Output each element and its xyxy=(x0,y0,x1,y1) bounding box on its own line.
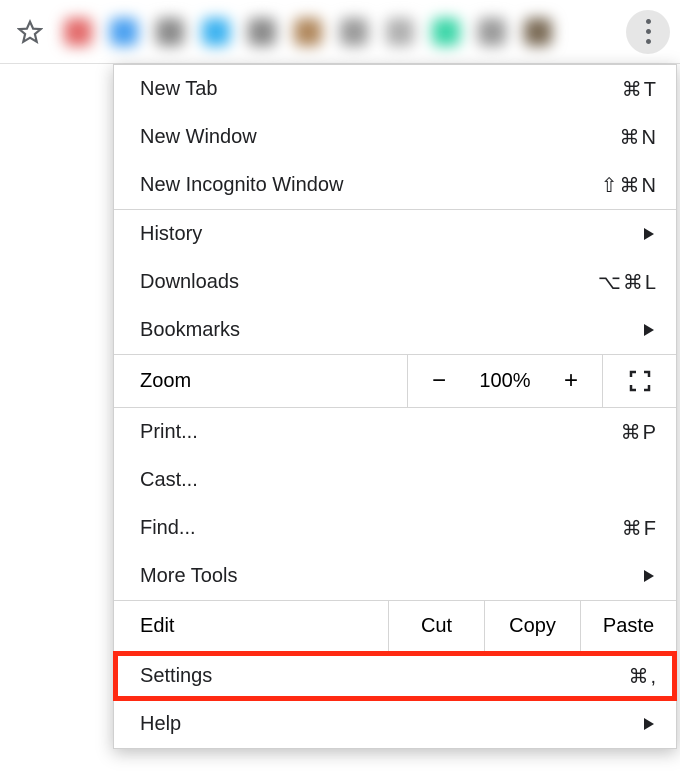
three-dots-icon xyxy=(646,19,651,44)
menu-item-bookmarks[interactable]: Bookmarks xyxy=(114,306,676,354)
menu-label: Cast... xyxy=(140,469,658,492)
menu-item-find[interactable]: Find... ⌘F xyxy=(114,504,676,552)
menu-item-help[interactable]: Help xyxy=(114,700,676,748)
menu-label: Downloads xyxy=(140,271,598,294)
menu-shortcut: ⌘N xyxy=(620,125,658,150)
menu-item-history[interactable]: History xyxy=(114,210,676,258)
menu-item-more-tools[interactable]: More Tools xyxy=(114,552,676,600)
menu-label: Bookmarks xyxy=(140,319,644,342)
menu-item-cast[interactable]: Cast... xyxy=(114,456,676,504)
menu-item-edit: Edit Cut Copy Paste xyxy=(114,601,676,651)
menu-item-new-tab[interactable]: New Tab ⌘T xyxy=(114,65,676,113)
zoom-out-button[interactable]: − xyxy=(408,355,470,407)
edit-copy-button[interactable]: Copy xyxy=(484,601,580,651)
edit-paste-button[interactable]: Paste xyxy=(580,601,676,651)
menu-label: More Tools xyxy=(140,565,644,588)
submenu-arrow-icon xyxy=(644,718,654,730)
menu-label: Settings xyxy=(140,665,628,688)
chrome-main-menu: New Tab ⌘T New Window ⌘N New Incognito W… xyxy=(113,64,677,749)
menu-item-settings[interactable]: Settings ⌘, xyxy=(114,652,676,700)
chrome-menu-button[interactable] xyxy=(626,10,670,54)
zoom-value: 100% xyxy=(470,355,540,407)
menu-shortcut: ⌥⌘L xyxy=(598,270,658,295)
menu-label: New Window xyxy=(140,126,620,149)
submenu-arrow-icon xyxy=(644,324,654,336)
extension-icons-blurred xyxy=(64,18,626,46)
menu-item-downloads[interactable]: Downloads ⌥⌘L xyxy=(114,258,676,306)
fullscreen-button[interactable] xyxy=(602,355,676,407)
submenu-arrow-icon xyxy=(644,228,654,240)
browser-toolbar xyxy=(0,0,680,64)
menu-label: History xyxy=(140,223,644,246)
menu-item-zoom: Zoom − 100% + xyxy=(114,355,676,407)
zoom-in-button[interactable]: + xyxy=(540,355,602,407)
edit-cut-button[interactable]: Cut xyxy=(388,601,484,651)
zoom-label: Zoom xyxy=(114,355,408,407)
menu-label: New Incognito Window xyxy=(140,174,601,197)
edit-label: Edit xyxy=(114,601,388,651)
menu-shortcut: ⇧⌘N xyxy=(601,173,658,198)
menu-shortcut: ⌘F xyxy=(622,516,658,541)
fullscreen-icon xyxy=(629,370,651,392)
menu-shortcut: ⌘, xyxy=(628,664,658,689)
submenu-arrow-icon xyxy=(644,570,654,582)
menu-item-new-incognito[interactable]: New Incognito Window ⇧⌘N xyxy=(114,161,676,209)
menu-shortcut: ⌘P xyxy=(621,420,658,445)
bookmark-star-icon[interactable] xyxy=(14,16,46,48)
menu-item-new-window[interactable]: New Window ⌘N xyxy=(114,113,676,161)
menu-label: Help xyxy=(140,713,644,736)
menu-item-print[interactable]: Print... ⌘P xyxy=(114,408,676,456)
menu-label: Find... xyxy=(140,517,622,540)
menu-label: New Tab xyxy=(140,78,622,101)
menu-shortcut: ⌘T xyxy=(622,77,658,102)
menu-label: Print... xyxy=(140,421,621,444)
